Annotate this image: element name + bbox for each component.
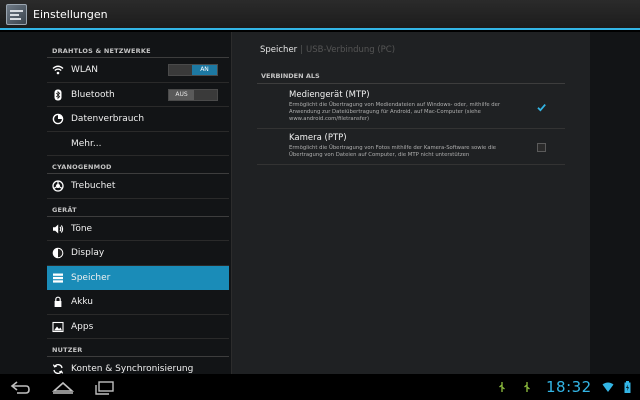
sidebar-item-apps[interactable]: Apps: [47, 315, 229, 339]
sidebar-item-label: Display: [71, 248, 105, 258]
sidebar-item-label: Datenverbrauch: [71, 114, 145, 124]
sidebar-item-label: WLAN: [71, 65, 99, 75]
settings-list: DRAHTLOS & NETZWERKE WLAN AN Bluetooth A…: [47, 40, 229, 382]
home-icon[interactable]: [51, 378, 75, 396]
system-bar: 18:32: [0, 374, 640, 400]
usb-debug-icon[interactable]: [498, 381, 506, 393]
breadcrumb-separator: |: [300, 45, 304, 55]
section-header-user: NUTZER: [47, 339, 229, 357]
section-header-cyanogenmod: CYANOGENMOD: [47, 156, 229, 174]
toggle-state: AUS: [169, 89, 194, 100]
detail-pane: Speicher | USB-Verbindung (PC) VERBINDEN A…: [231, 32, 590, 374]
battery-icon: [624, 381, 631, 393]
wlan-toggle[interactable]: AN: [168, 64, 218, 76]
checkbox-unchecked-icon[interactable]: [537, 143, 546, 152]
wifi-signal-icon: [602, 382, 614, 392]
section-header-device: GERÄT: [47, 199, 229, 217]
recent-apps-icon[interactable]: [92, 378, 116, 396]
breadcrumb-storage[interactable]: Speicher: [260, 45, 297, 55]
checkbox-checked-icon[interactable]: [537, 103, 546, 112]
storage-icon: [53, 273, 63, 283]
sidebar-item-wlan[interactable]: WLAN AN: [47, 58, 229, 83]
sidebar-item-label: Speicher: [71, 272, 111, 283]
option-mtp[interactable]: Mediengerät (MTP) Ermöglicht die Übertra…: [257, 86, 565, 129]
apps-icon: [52, 321, 64, 332]
sidebar-item-label: Mehr...: [71, 138, 102, 149]
sidebar-item-bluetooth[interactable]: Bluetooth AUS: [47, 83, 229, 107]
launcher-icon: [52, 180, 64, 192]
sidebar-item-display[interactable]: Display: [47, 241, 229, 266]
sidebar-item-label: Akku: [71, 297, 94, 307]
sidebar-item-storage[interactable]: Speicher: [47, 265, 229, 290]
back-icon[interactable]: [8, 378, 32, 396]
sidebar-item-trebuchet[interactable]: Trebuchet: [47, 174, 229, 199]
breadcrumb: Speicher | USB-Verbindung (PC): [260, 45, 395, 55]
sidebar-item-data-usage[interactable]: Datenverbrauch: [47, 107, 229, 132]
option-description: Ermöglicht die Übertragung von Fotos mit…: [289, 145, 497, 158]
breadcrumb-usb-connection: USB-Verbindung (PC): [306, 45, 396, 55]
sidebar-item-battery[interactable]: Akku: [47, 290, 229, 315]
settings-content: DRAHTLOS & NETZWERKE WLAN AN Bluetooth A…: [0, 32, 640, 382]
sidebar-item-label: Töne: [71, 223, 93, 234]
option-description: Ermöglicht die Übertragung von Mediendat…: [289, 102, 501, 122]
sidebar-item-label: Bluetooth: [71, 89, 115, 100]
option-title: Mediengerät (MTP): [289, 90, 370, 100]
option-title: Kamera (PTP): [289, 133, 347, 143]
sidebar-item-label: Apps: [71, 321, 94, 332]
sidebar-item-sound[interactable]: Töne: [47, 217, 229, 241]
usb-connected-icon[interactable]: [523, 381, 531, 393]
settings-app-icon[interactable]: [6, 4, 27, 25]
bluetooth-toggle[interactable]: AUS: [168, 88, 218, 101]
sidebar-item-label: Konten & Synchronisierung: [71, 364, 194, 374]
action-bar: Einstellungen: [0, 0, 640, 30]
toggle-state: AN: [192, 65, 217, 75]
speaker-icon: [53, 224, 64, 233]
brightness-icon: [52, 247, 64, 259]
clock[interactable]: 18:32: [546, 378, 592, 396]
wifi-icon: [52, 65, 64, 75]
section-header-wireless: DRAHTLOS & NETZWERKE: [47, 40, 229, 58]
bluetooth-icon: [54, 89, 62, 100]
sidebar-item-more[interactable]: Mehr...: [47, 132, 229, 156]
section-header-connect-as: VERBINDEN ALS: [257, 70, 565, 84]
app-title: Einstellungen: [33, 8, 108, 21]
sidebar-item-label: Trebuchet: [71, 181, 116, 191]
option-ptp[interactable]: Kamera (PTP) Ermöglicht die Übertragung …: [257, 129, 565, 165]
data-usage-icon: [52, 113, 64, 125]
lock-battery-icon: [54, 296, 62, 307]
